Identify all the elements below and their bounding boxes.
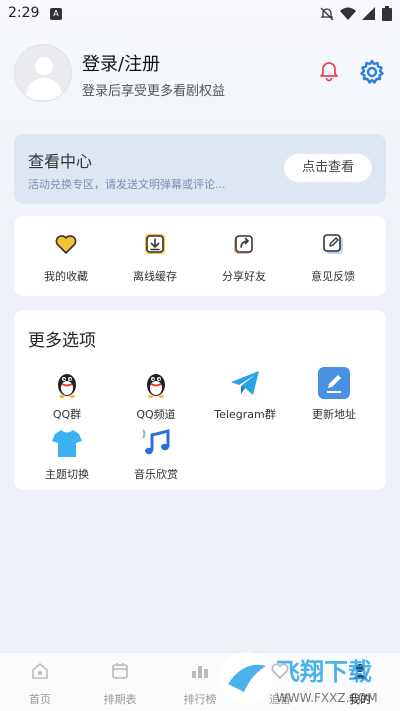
- qq-group-button[interactable]: QQ群: [22, 366, 112, 422]
- battery-icon: [382, 6, 392, 21]
- signal-icon: [362, 6, 375, 20]
- watch-center-subtitle: 活动兑换专区，请发送文明弹幕或评论...: [28, 178, 226, 191]
- qq-channel-button[interactable]: QQ频道: [111, 366, 201, 422]
- share-icon: [234, 235, 253, 254]
- gear-icon[interactable]: [358, 58, 386, 86]
- feedback-button[interactable]: 意见反馈: [293, 232, 373, 284]
- theme-switch-button[interactable]: 主题切换: [22, 426, 112, 482]
- status-time: 2:29: [8, 5, 40, 21]
- feedback-label: 意见反馈: [311, 270, 355, 283]
- share-friends-label: 分享好友: [222, 270, 266, 283]
- qq-channel-label: QQ频道: [136, 408, 176, 421]
- quick-actions-card: 我的收藏 离线缓存 分享好友 意见反馈: [14, 216, 386, 296]
- favorites-button[interactable]: 我的收藏: [26, 232, 106, 284]
- notification-badge-icon: A: [50, 8, 62, 20]
- share-friends-button[interactable]: 分享好友: [204, 232, 284, 284]
- watermark-logo: 飞翔下载 WWW.FXXZ.COM: [220, 652, 378, 705]
- qq-icon: [147, 374, 165, 398]
- bell-icon[interactable]: [318, 60, 340, 82]
- watch-center-title: 查看中心: [28, 152, 93, 171]
- download-icon: [145, 234, 165, 254]
- more-options-title: 更多选项: [28, 331, 96, 351]
- ranking-icon: [192, 666, 208, 678]
- nav-home[interactable]: 首页: [10, 661, 70, 707]
- nav-home-label: 首页: [29, 693, 51, 706]
- qq-group-label: QQ群: [52, 408, 82, 421]
- login-benefits-text: 登录后享受更多看剧权益: [82, 84, 226, 99]
- status-icons: [320, 6, 392, 21]
- watch-center-card[interactable]: 查看中心 活动兑换专区，请发送文明弹幕或评论... 点击查看: [14, 134, 386, 204]
- login-register-link[interactable]: 登录/注册: [82, 50, 160, 76]
- mute-icon: [320, 7, 334, 20]
- music-label: 音乐欣赏: [134, 468, 178, 481]
- offline-cache-label: 离线缓存: [133, 270, 177, 283]
- telegram-group-label: Telegram群: [214, 408, 276, 421]
- theme-switch-label: 主题切换: [45, 468, 89, 481]
- nav-schedule[interactable]: 排期表: [90, 661, 150, 707]
- telegram-icon: [231, 371, 259, 395]
- home-icon: [32, 662, 48, 679]
- heart-icon: [55, 235, 77, 254]
- tshirt-icon: [52, 430, 82, 457]
- pencil-icon: [318, 367, 350, 399]
- status-bar: 2:29 A: [0, 0, 400, 28]
- wifi-icon: [340, 7, 356, 20]
- update-address-button[interactable]: 更新地址: [289, 366, 379, 422]
- music-button[interactable]: 音乐欣赏: [111, 426, 201, 482]
- edit-icon: [323, 234, 343, 254]
- nav-schedule-label: 排期表: [103, 693, 137, 706]
- update-address-label: 更新地址: [312, 408, 356, 421]
- view-button[interactable]: 点击查看: [284, 154, 372, 182]
- watermark-text-cn: 飞翔下载: [276, 658, 372, 686]
- telegram-group-button[interactable]: Telegram群: [200, 366, 290, 422]
- qq-icon: [58, 374, 76, 398]
- music-icon: [142, 429, 170, 455]
- offline-cache-button[interactable]: 离线缓存: [115, 232, 195, 284]
- calendar-icon: [112, 663, 128, 679]
- watermark-text-url: WWW.FXXZ.COM: [276, 691, 378, 705]
- more-options-card: 更多选项 QQ群 QQ频道 Telegram群 更新地址 主题切换 音乐欣赏: [14, 310, 386, 490]
- favorites-label: 我的收藏: [44, 270, 88, 283]
- avatar[interactable]: [14, 44, 72, 102]
